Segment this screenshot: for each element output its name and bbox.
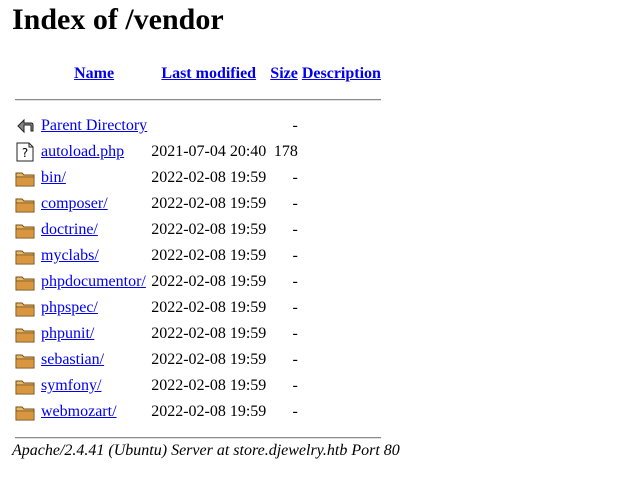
sort-by-size-link[interactable]: Size: [270, 65, 298, 82]
listing-row[interactable]: phpunit/2022-02-08 19:59 -: [14, 322, 382, 346]
parent-modified-cell: [150, 114, 267, 138]
modified-cell: 2022-02-08 19:59: [151, 273, 267, 290]
size-cell: -: [292, 169, 298, 186]
size-cell: -: [292, 351, 298, 368]
back-icon: [14, 114, 38, 138]
name-column-header[interactable]: Name: [40, 62, 148, 86]
size-cell: -: [292, 247, 298, 264]
sort-by-name-link[interactable]: Name: [74, 65, 114, 82]
entry-link[interactable]: bin/: [41, 169, 66, 186]
description-cell: [301, 270, 382, 294]
modified-cell: 2021-07-04 20:40: [151, 143, 267, 160]
description-cell: [301, 322, 382, 346]
sort-by-last-modified-link[interactable]: Last modified: [161, 65, 256, 82]
separator-row: [14, 88, 382, 112]
page-title: Index of /vendor: [12, 3, 224, 36]
parent-description-cell: [301, 114, 382, 138]
description-cell: [301, 218, 382, 242]
description-cell: [301, 140, 382, 164]
folder-icon: [14, 166, 38, 190]
description-cell: [301, 374, 382, 398]
entry-link[interactable]: myclabs/: [41, 247, 99, 264]
modified-cell: 2022-02-08 19:59: [151, 195, 267, 212]
size-cell: -: [292, 195, 298, 212]
last-modified-column-header[interactable]: Last modified: [150, 62, 267, 86]
header-row: Name Last modified Size Description: [14, 62, 382, 86]
description-cell: [301, 166, 382, 190]
size-cell: 178: [273, 143, 298, 160]
folder-icon: [14, 296, 38, 320]
listing-row[interactable]: phpspec/2022-02-08 19:59 -: [14, 296, 382, 320]
folder-icon: [14, 348, 38, 372]
unknown-file-icon: ?: [14, 140, 38, 164]
entry-link[interactable]: autoload.php: [41, 143, 124, 160]
size-cell: -: [292, 403, 298, 420]
sort-by-description-link[interactable]: Description: [302, 65, 381, 82]
listing-row[interactable]: composer/2022-02-08 19:59 -: [14, 192, 382, 216]
modified-cell: 2022-02-08 19:59: [151, 247, 267, 264]
listing-row[interactable]: doctrine/2022-02-08 19:59 -: [14, 218, 382, 242]
entry-link[interactable]: phpdocumentor/: [41, 273, 146, 290]
listing-row[interactable]: phpdocumentor/2022-02-08 19:59 -: [14, 270, 382, 294]
listing-row[interactable]: bin/2022-02-08 19:59 -: [14, 166, 382, 190]
directory-listing: Name Last modified Size Description Pare…: [12, 60, 384, 452]
folder-icon: [14, 218, 38, 242]
size-cell: -: [292, 377, 298, 394]
top-divider: [15, 99, 381, 101]
entry-link[interactable]: phpspec/: [41, 299, 98, 316]
parent-directory-row[interactable]: Parent Directory -: [14, 114, 382, 138]
size-cell: -: [292, 273, 298, 290]
listing-row[interactable]: webmozart/2022-02-08 19:59 -: [14, 400, 382, 424]
folder-icon: [14, 400, 38, 424]
folder-icon: [14, 322, 38, 346]
size-cell: -: [292, 221, 298, 238]
listing-row[interactable]: ? autoload.php 2021-07-04 20:40 178: [14, 140, 382, 164]
modified-cell: 2022-02-08 19:59: [151, 377, 267, 394]
size-cell: -: [292, 299, 298, 316]
modified-cell: 2022-02-08 19:59: [151, 325, 267, 342]
size-cell: -: [292, 325, 298, 342]
entry-link[interactable]: phpunit/: [41, 325, 94, 342]
bottom-divider: [15, 437, 381, 439]
listing-row[interactable]: sebastian/2022-02-08 19:59 -: [14, 348, 382, 372]
server-signature: Apache/2.4.41 (Ubuntu) Server at store.d…: [12, 442, 400, 459]
entry-link[interactable]: symfony/: [41, 377, 101, 394]
modified-cell: 2022-02-08 19:59: [151, 403, 267, 420]
description-cell: [301, 348, 382, 372]
entry-link[interactable]: sebastian/: [41, 351, 104, 368]
icon-column-header: [14, 62, 38, 86]
folder-icon: [14, 374, 38, 398]
entry-link[interactable]: doctrine/: [41, 221, 98, 238]
listing-row[interactable]: myclabs/2022-02-08 19:59 -: [14, 244, 382, 268]
modified-cell: 2022-02-08 19:59: [151, 169, 267, 186]
modified-cell: 2022-02-08 19:59: [151, 299, 267, 316]
parent-directory-link[interactable]: Parent Directory: [41, 117, 147, 134]
size-column-header[interactable]: Size: [269, 62, 299, 86]
description-column-header[interactable]: Description: [301, 62, 382, 86]
description-cell: [301, 192, 382, 216]
entry-link[interactable]: composer/: [41, 195, 108, 212]
listing-row[interactable]: symfony/2022-02-08 19:59 -: [14, 374, 382, 398]
parent-size-cell: -: [292, 117, 298, 134]
folder-icon: [14, 270, 38, 294]
description-cell: [301, 296, 382, 320]
modified-cell: 2022-02-08 19:59: [151, 221, 267, 238]
description-cell: [301, 400, 382, 424]
description-cell: [301, 244, 382, 268]
entry-link[interactable]: webmozart/: [41, 403, 117, 420]
folder-icon: [14, 192, 38, 216]
modified-cell: 2022-02-08 19:59: [151, 351, 267, 368]
svg-text:?: ?: [22, 146, 28, 160]
folder-icon: [14, 244, 38, 268]
